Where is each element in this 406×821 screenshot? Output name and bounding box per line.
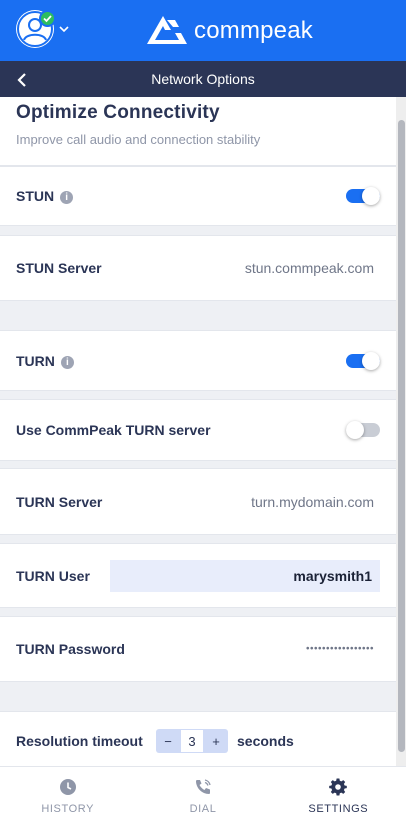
brand-name: commpeak — [194, 17, 313, 44]
timeout-unit-label: seconds — [237, 733, 294, 749]
resolution-timeout-label: Resolution timeout — [16, 733, 143, 749]
use-commpeak-turn-row: Use CommPeak TURN server — [0, 399, 396, 461]
scrollbar-thumb[interactable] — [398, 120, 405, 752]
turn-server-label: TURN Server — [16, 493, 103, 510]
turn-row: TURN i — [0, 330, 396, 391]
turn-password-label: TURN Password — [16, 641, 125, 657]
use-commpeak-turn-toggle[interactable] — [346, 421, 380, 439]
turn-password-row: TURN Password ••••••••••••••••• — [0, 616, 396, 682]
page-title: Network Options — [151, 71, 255, 87]
stun-label: STUN — [16, 188, 55, 204]
stun-row: STUN i — [0, 166, 396, 226]
tab-history-label: HISTORY — [41, 803, 95, 815]
settings-content: Optimize Connectivity Improve call audio… — [0, 97, 396, 766]
phone-icon — [195, 779, 211, 794]
clock-icon — [59, 779, 76, 795]
stun-server-label: STUN Server — [16, 260, 102, 276]
turn-toggle[interactable] — [346, 351, 380, 370]
tab-history[interactable]: HISTORY — [0, 767, 135, 821]
turn-server-row: TURN Server turn.mydomain.com — [0, 468, 396, 535]
info-icon[interactable]: i — [60, 355, 74, 369]
tab-dial-label: DIAL — [189, 803, 217, 815]
tab-settings-label: SETTINGS — [308, 803, 369, 815]
info-icon[interactable]: i — [60, 191, 74, 204]
chevron-down-icon[interactable] — [58, 23, 70, 35]
page-subbar: Network Options — [0, 61, 406, 97]
turn-password-field[interactable]: ••••••••••••••••• — [306, 644, 374, 655]
section-subtitle: Improve call audio and connection stabil… — [16, 132, 261, 147]
decrement-button[interactable]: − — [156, 729, 180, 753]
stun-server-row: STUN Server stun.commpeak.com — [0, 235, 396, 301]
turn-label: TURN — [16, 352, 55, 369]
section-title: Optimize Connectivity — [16, 102, 220, 123]
resolution-timeout-row: Resolution timeout − 3 + seconds — [0, 711, 396, 766]
app-header: commpeak — [0, 0, 406, 61]
stun-server-value[interactable]: stun.commpeak.com — [245, 260, 374, 276]
increment-button[interactable]: + — [204, 729, 228, 753]
resolution-timeout-value[interactable]: 3 — [180, 729, 204, 753]
tab-settings[interactable]: SETTINGS — [271, 767, 406, 821]
resolution-timeout-stepper: − 3 + — [156, 729, 228, 753]
turn-server-value[interactable]: turn.mydomain.com — [251, 494, 374, 510]
online-status-badge — [39, 10, 56, 27]
section-header: Optimize Connectivity Improve call audio… — [0, 97, 396, 166]
turn-user-row: TURN User — [0, 543, 396, 608]
gear-icon — [329, 778, 348, 796]
bottom-tab-bar: HISTORY DIAL SETTINGS — [0, 766, 406, 821]
commpeak-logo-icon — [147, 16, 187, 44]
stun-toggle[interactable] — [346, 187, 380, 205]
turn-user-input[interactable] — [110, 559, 380, 592]
turn-user-label: TURN User — [16, 567, 90, 584]
use-commpeak-turn-label: Use CommPeak TURN server — [16, 422, 211, 438]
tab-dial[interactable]: DIAL — [135, 767, 270, 821]
